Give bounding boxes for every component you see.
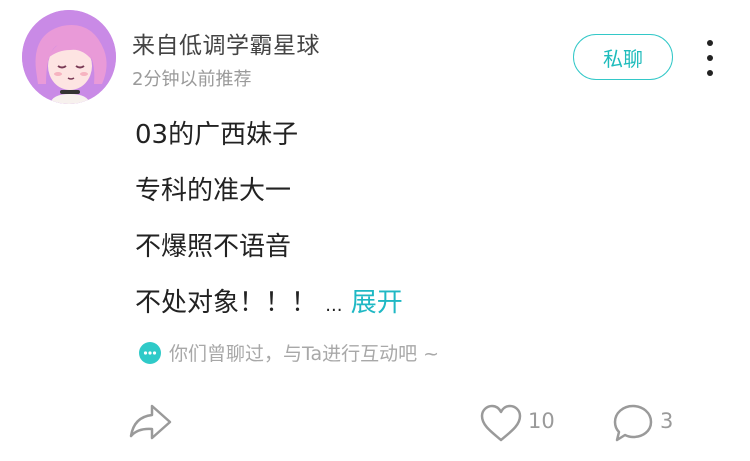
- interaction-hint[interactable]: 你们曾聊过，与Ta进行互动吧 ~: [139, 339, 439, 366]
- author-name[interactable]: 来自低调学霸星球: [132, 26, 320, 60]
- content-line: 专科的准大一: [135, 176, 292, 206]
- post-content: 03的广西妹子 专科的准大一 不爆照不语音 不处对象！！！ ... 展开: [135, 113, 403, 337]
- comment-icon[interactable]: [611, 402, 655, 444]
- share-icon[interactable]: [128, 402, 172, 442]
- ellipsis: ...: [325, 295, 343, 316]
- expand-link[interactable]: 展开: [351, 288, 403, 318]
- hint-text: 你们曾聊过，与Ta进行互动吧 ~: [169, 343, 440, 365]
- comment-count: 3: [660, 409, 674, 433]
- content-line: 03的广西妹子: [135, 120, 299, 150]
- more-vertical-icon[interactable]: [700, 40, 720, 76]
- avatar[interactable]: [22, 10, 116, 104]
- chat-bubble-icon: [139, 341, 161, 364]
- content-line: 不爆照不语音: [135, 232, 292, 262]
- like-count: 10: [528, 409, 555, 433]
- content-line-last: 不处对象！！！ ... 展开: [135, 281, 403, 337]
- private-chat-button[interactable]: 私聊: [573, 34, 673, 80]
- content-line-text: 不处对象！！！: [135, 288, 318, 318]
- post-time: 2分钟以前推荐: [132, 69, 252, 90]
- heart-icon[interactable]: [479, 403, 523, 443]
